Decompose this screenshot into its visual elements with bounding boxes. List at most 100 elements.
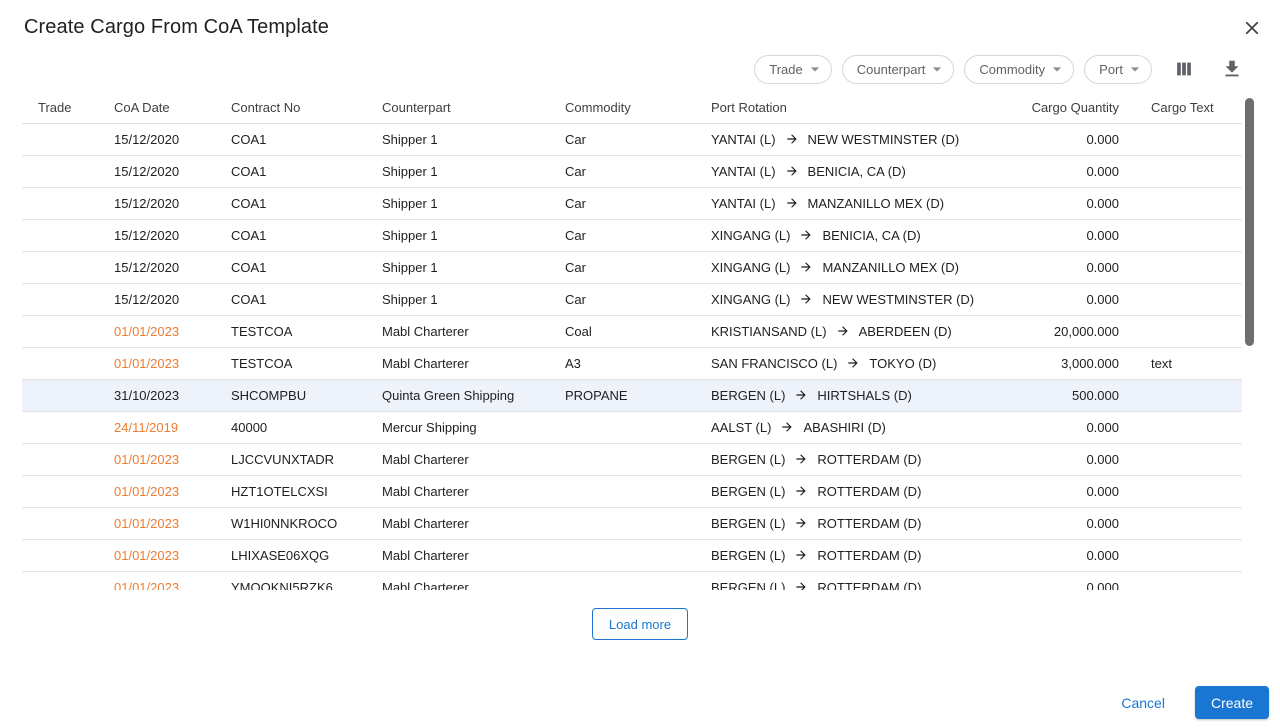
cell-port-rotation: XINGANG (L) BENICIA, CA (D) [695, 219, 1011, 251]
cell-port-rotation: BERGEN (L) ROTTERDAM (D) [695, 443, 1011, 475]
load-port: XINGANG (L) [711, 260, 790, 275]
cell-trade [22, 571, 98, 590]
table-row[interactable]: 01/01/2023 LJCCVUNXTADR Mabl Charterer B… [22, 443, 1242, 475]
filter-counterpart[interactable]: Counterpart [842, 55, 955, 84]
view-columns-icon[interactable] [1168, 53, 1200, 85]
cell-counterpart: Mabl Charterer [366, 507, 549, 539]
cell-counterpart: Shipper 1 [366, 123, 549, 155]
load-port: BERGEN (L) [711, 548, 785, 563]
cell-commodity [549, 571, 695, 590]
arrow-forward-icon [799, 228, 813, 242]
discharge-port: HIRTSHALS (D) [817, 388, 911, 403]
cell-contract-no: 40000 [215, 411, 366, 443]
cell-contract-no: COA1 [215, 283, 366, 315]
table-row[interactable]: 01/01/2023 YMQQKNI5RZK6 Mabl Charterer B… [22, 571, 1242, 590]
table-row[interactable]: 01/01/2023 HZT1OTELCXSI Mabl Charterer B… [22, 475, 1242, 507]
download-icon[interactable] [1216, 53, 1248, 85]
table-row[interactable]: 15/12/2020 COA1 Shipper 1 Car YANTAI (L)… [22, 123, 1242, 155]
cell-port-rotation: YANTAI (L) NEW WESTMINSTER (D) [695, 123, 1011, 155]
cell-port-rotation: KRISTIANSAND (L) ABERDEEN (D) [695, 315, 1011, 347]
cell-trade [22, 155, 98, 187]
table-row[interactable]: 24/11/2019 40000 Mercur Shipping AALST (… [22, 411, 1242, 443]
load-port: XINGANG (L) [711, 228, 790, 243]
cell-contract-no: W1HI0NNKROCO [215, 507, 366, 539]
cell-port-rotation: BERGEN (L) ROTTERDAM (D) [695, 571, 1011, 590]
discharge-port: ABERDEEN (D) [859, 324, 952, 339]
cell-trade [22, 539, 98, 571]
col-header-commodity: Commodity [549, 93, 695, 123]
close-icon[interactable] [1238, 14, 1266, 42]
table-scrollbar[interactable] [1245, 96, 1254, 593]
cell-cargo-quantity: 3,000.000 [1011, 347, 1135, 379]
chevron-down-icon [1047, 59, 1067, 79]
col-header-contract-no: Contract No [215, 93, 366, 123]
filter-commodity[interactable]: Commodity [964, 55, 1074, 84]
arrow-forward-icon [794, 452, 808, 466]
cell-cargo-text [1135, 379, 1242, 411]
create-cargo-dialog: Create Cargo From CoA Template Trade Cou… [0, 0, 1280, 728]
table-body: 15/12/2020 COA1 Shipper 1 Car YANTAI (L)… [22, 123, 1242, 590]
table-row[interactable]: 15/12/2020 COA1 Shipper 1 Car YANTAI (L)… [22, 155, 1242, 187]
cell-commodity: Car [549, 283, 695, 315]
create-button[interactable]: Create [1195, 686, 1269, 719]
cell-trade [22, 251, 98, 283]
arrow-forward-icon [794, 484, 808, 498]
arrow-forward-icon [785, 132, 799, 146]
cell-cargo-quantity: 0.000 [1011, 155, 1135, 187]
cell-cargo-text [1135, 443, 1242, 475]
cell-port-rotation: YANTAI (L) BENICIA, CA (D) [695, 155, 1011, 187]
arrow-forward-icon [785, 196, 799, 210]
cell-port-rotation: BERGEN (L) ROTTERDAM (D) [695, 539, 1011, 571]
cell-counterpart: Mabl Charterer [366, 443, 549, 475]
table-row[interactable]: 15/12/2020 COA1 Shipper 1 Car XINGANG (L… [22, 219, 1242, 251]
cell-trade [22, 411, 98, 443]
cell-cargo-quantity: 0.000 [1011, 475, 1135, 507]
load-port: YANTAI (L) [711, 132, 776, 147]
chevron-down-icon [1125, 59, 1145, 79]
col-header-cargo-quantity: Cargo Quantity [1011, 93, 1135, 123]
cell-cargo-quantity: 0.000 [1011, 539, 1135, 571]
cell-cargo-quantity: 0.000 [1011, 187, 1135, 219]
cancel-button[interactable]: Cancel [1111, 687, 1175, 719]
table-row[interactable]: 15/12/2020 COA1 Shipper 1 Car XINGANG (L… [22, 251, 1242, 283]
arrow-forward-icon [846, 356, 860, 370]
arrow-forward-icon [836, 324, 850, 338]
cell-cargo-text [1135, 283, 1242, 315]
cell-commodity: Car [549, 219, 695, 251]
table-row[interactable]: 01/01/2023 TESTCOA Mabl Charterer Coal K… [22, 315, 1242, 347]
table-row[interactable]: 01/01/2023 W1HI0NNKROCO Mabl Charterer B… [22, 507, 1242, 539]
cell-cargo-text [1135, 219, 1242, 251]
arrow-forward-icon [799, 292, 813, 306]
table-row[interactable]: 01/01/2023 LHIXASE06XQG Mabl Charterer B… [22, 539, 1242, 571]
col-header-port-rotation: Port Rotation [695, 93, 1011, 123]
coa-table-container: Trade CoA Date Contract No Counterpart C… [22, 93, 1258, 590]
cell-counterpart: Shipper 1 [366, 187, 549, 219]
cell-contract-no: LHIXASE06XQG [215, 539, 366, 571]
filter-port[interactable]: Port [1084, 55, 1152, 84]
cell-cargo-quantity: 20,000.000 [1011, 315, 1135, 347]
arrow-forward-icon [794, 516, 808, 530]
cell-cargo-text [1135, 123, 1242, 155]
chevron-down-icon [927, 59, 947, 79]
load-port: KRISTIANSAND (L) [711, 324, 827, 339]
cell-cargo-quantity: 0.000 [1011, 251, 1135, 283]
cell-counterpart: Mabl Charterer [366, 571, 549, 590]
scrollbar-thumb[interactable] [1245, 98, 1254, 346]
load-more-button[interactable]: Load more [592, 608, 688, 640]
cell-commodity: Car [549, 155, 695, 187]
arrow-forward-icon [780, 420, 794, 434]
cell-commodity: PROPANE [549, 379, 695, 411]
cell-coa-date: 15/12/2020 [98, 155, 215, 187]
table-row[interactable]: 01/01/2023 TESTCOA Mabl Charterer A3 SAN… [22, 347, 1242, 379]
cell-commodity [549, 443, 695, 475]
table-row[interactable]: 15/12/2020 COA1 Shipper 1 Car XINGANG (L… [22, 283, 1242, 315]
table-row[interactable]: 15/12/2020 COA1 Shipper 1 Car YANTAI (L)… [22, 187, 1242, 219]
table-row[interactable]: 31/10/2023 SHCOMPBU Quinta Green Shippin… [22, 379, 1242, 411]
arrow-forward-icon [794, 388, 808, 402]
cell-counterpart: Shipper 1 [366, 219, 549, 251]
table-header: Trade CoA Date Contract No Counterpart C… [22, 93, 1242, 123]
filter-trade[interactable]: Trade [754, 55, 831, 84]
cell-counterpart: Shipper 1 [366, 283, 549, 315]
cell-port-rotation: YANTAI (L) MANZANILLO MEX (D) [695, 187, 1011, 219]
cell-commodity: Coal [549, 315, 695, 347]
